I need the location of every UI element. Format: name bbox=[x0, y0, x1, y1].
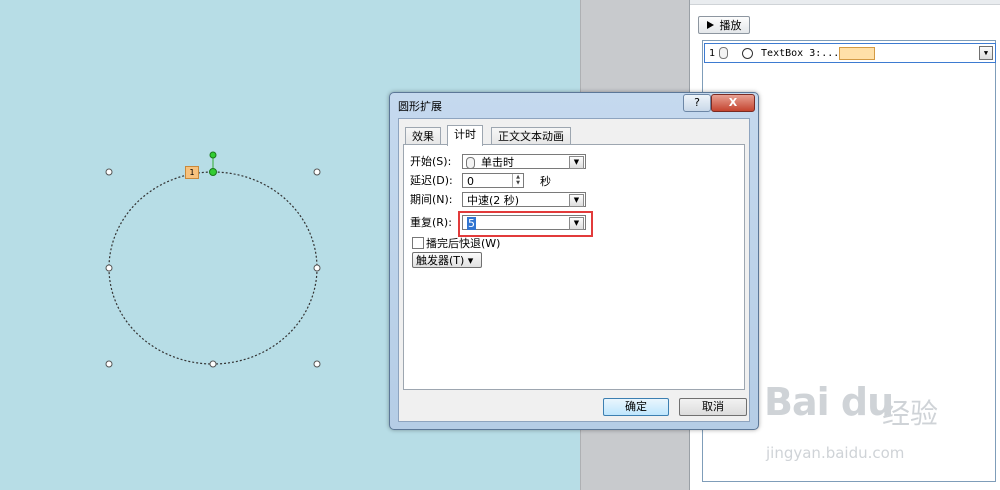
timeline-bar bbox=[839, 47, 875, 60]
duration-value: 中速(2 秒) bbox=[467, 194, 520, 207]
handle-bottom-left[interactable] bbox=[105, 360, 113, 368]
watermark-url: jingyan.baidu.com bbox=[766, 444, 905, 462]
handle-right[interactable] bbox=[313, 264, 321, 272]
help-button[interactable]: ? bbox=[683, 94, 711, 112]
item-number: 1 bbox=[709, 47, 716, 59]
handle-top[interactable] bbox=[209, 168, 217, 176]
circle-shape[interactable] bbox=[100, 145, 330, 375]
dialog-title: 圆形扩展 bbox=[398, 100, 442, 113]
handle-top-left[interactable] bbox=[105, 168, 113, 176]
duration-label: 期间(N): bbox=[410, 193, 453, 206]
watermark-logo: Bai du bbox=[764, 380, 894, 424]
dialog-body: 效果 计时 正文文本动画 开始(S): 单击时 ▼ 延迟(D): 0 ▲ ▼ 秒 … bbox=[398, 118, 750, 422]
play-label: 播放 bbox=[719, 19, 742, 32]
start-select[interactable]: 单击时 ▼ bbox=[462, 154, 586, 169]
rotate-handle[interactable] bbox=[209, 151, 217, 159]
close-button[interactable]: X bbox=[711, 94, 755, 112]
start-value: 单击时 bbox=[481, 156, 514, 169]
handle-bottom[interactable] bbox=[209, 360, 217, 368]
item-label: TextBox 3:... bbox=[761, 47, 840, 59]
repeat-label: 重复(R): bbox=[410, 216, 452, 229]
handle-top-right[interactable] bbox=[313, 168, 321, 176]
duration-select[interactable]: 中速(2 秒) ▼ bbox=[462, 192, 586, 207]
handle-left[interactable] bbox=[105, 264, 113, 272]
timing-panel: 开始(S): 单击时 ▼ 延迟(D): 0 ▲ ▼ 秒 期间(N): 中速(2 秒… bbox=[403, 144, 745, 390]
repeat-highlight-box bbox=[458, 211, 593, 237]
handle-bottom-right[interactable] bbox=[313, 360, 321, 368]
delay-label: 延迟(D): bbox=[410, 174, 453, 187]
play-icon bbox=[706, 21, 714, 29]
watermark-cn: 经验 bbox=[882, 397, 939, 430]
cancel-button[interactable]: 取消 bbox=[679, 398, 747, 416]
trigger-button[interactable]: 触发器(T) ▾ bbox=[412, 252, 482, 268]
item-dropdown-button[interactable]: ▼ bbox=[979, 46, 993, 60]
animation-order-badge: 1 bbox=[185, 166, 199, 179]
chevron-down-icon[interactable]: ▼ bbox=[569, 156, 584, 169]
ok-button[interactable]: 确定 bbox=[603, 398, 669, 416]
delay-unit: 秒 bbox=[540, 175, 551, 188]
rewind-checkbox[interactable] bbox=[412, 237, 424, 249]
chevron-down-icon[interactable]: ▼ bbox=[569, 194, 584, 207]
animation-list-item[interactable]: 1 TextBox 3:... ▼ bbox=[704, 43, 996, 63]
mouse-click-icon bbox=[466, 157, 475, 169]
delay-value: 0 bbox=[467, 175, 474, 188]
delay-input[interactable]: 0 ▲ ▼ bbox=[462, 173, 524, 188]
rewind-label: 播完后快退(W) bbox=[426, 237, 501, 250]
tab-timing[interactable]: 计时 bbox=[447, 125, 483, 146]
circle-effect-icon bbox=[742, 47, 754, 59]
mouse-click-icon bbox=[719, 47, 729, 59]
circle-expand-dialog: 圆形扩展 ? X 效果 计时 正文文本动画 开始(S): 单击时 ▼ 延迟(D)… bbox=[389, 92, 759, 430]
spinner-icon[interactable]: ▲ ▼ bbox=[512, 174, 523, 187]
play-button[interactable]: 播放 bbox=[698, 16, 750, 34]
start-label: 开始(S): bbox=[410, 155, 452, 168]
baidu-watermark: Bai du 经验 jingyan.baidu.com bbox=[764, 380, 994, 470]
